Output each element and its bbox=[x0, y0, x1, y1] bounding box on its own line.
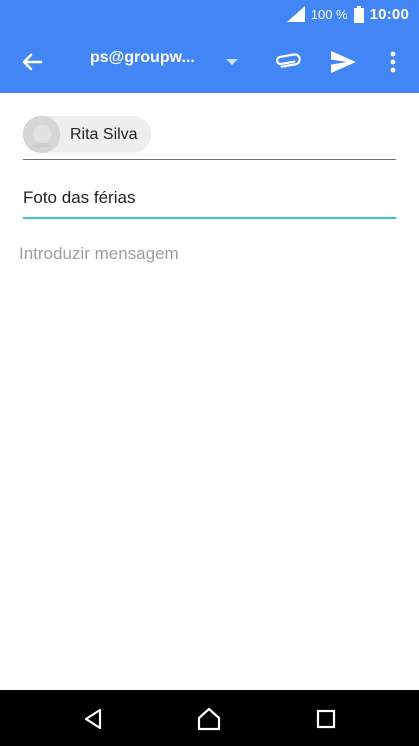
avatar-icon bbox=[23, 116, 60, 153]
battery-percent: 100 % bbox=[310, 6, 348, 22]
app-bar: ps@groupw... bbox=[0, 28, 419, 93]
signal-icon bbox=[286, 6, 305, 22]
status-time: 10:00 bbox=[369, 5, 409, 23]
recipient-name: Rita Silva bbox=[70, 125, 138, 143]
recipient-chip[interactable]: Rita Silva bbox=[23, 116, 151, 153]
back-button[interactable] bbox=[16, 46, 48, 78]
nav-back-button[interactable] bbox=[81, 706, 107, 732]
nav-home-icon bbox=[197, 707, 221, 731]
nav-home-button[interactable] bbox=[196, 706, 222, 732]
more-options-button[interactable] bbox=[378, 46, 408, 78]
navigation-bar bbox=[0, 690, 419, 746]
nav-recent-button[interactable] bbox=[313, 706, 339, 732]
status-bar: 100 % 10:00 bbox=[0, 0, 419, 28]
battery-icon bbox=[353, 5, 364, 23]
subject-field[interactable] bbox=[23, 180, 396, 216]
nav-back-icon bbox=[84, 708, 102, 730]
arrow-left-icon bbox=[22, 53, 43, 71]
subject-field-container bbox=[23, 180, 396, 219]
message-body-container bbox=[19, 244, 399, 664]
from-account[interactable]: ps@groupw... bbox=[90, 49, 200, 67]
attach-button[interactable] bbox=[272, 46, 304, 78]
account-dropdown-button[interactable] bbox=[222, 52, 242, 72]
paperclip-icon bbox=[275, 53, 301, 68]
recipients-field[interactable]: Rita Silva bbox=[23, 114, 396, 160]
nav-recent-icon bbox=[316, 709, 336, 729]
message-body-field[interactable] bbox=[19, 244, 399, 664]
send-button[interactable] bbox=[327, 46, 359, 78]
more-vertical-icon bbox=[390, 51, 396, 73]
triangle-down-icon bbox=[226, 59, 238, 65]
send-icon bbox=[331, 51, 356, 73]
